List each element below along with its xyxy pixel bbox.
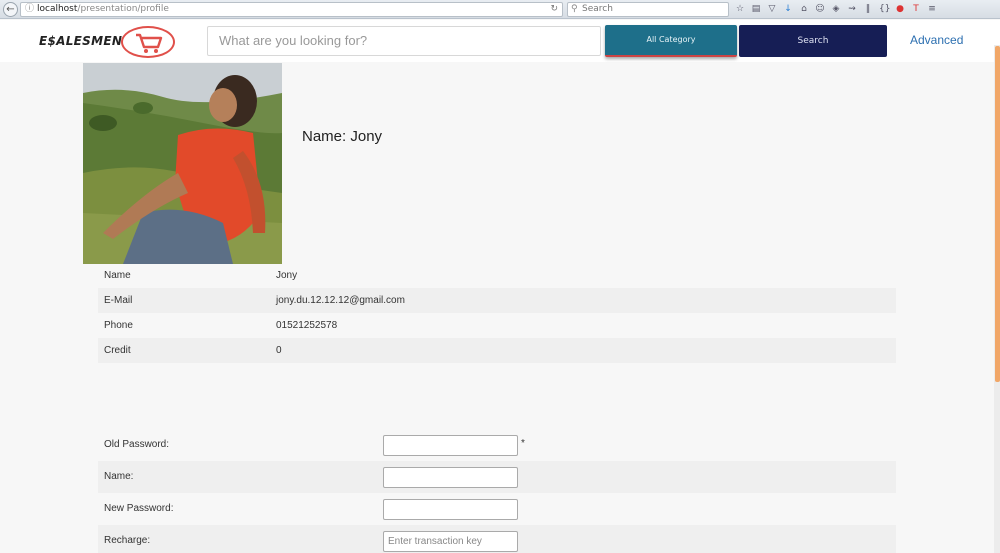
emoji-icon[interactable]: ☺ xyxy=(815,4,825,15)
row-label: E-Mail xyxy=(104,295,133,306)
profile-info-table: Name Jony E-Mail jony.du.12.12.12@gmail.… xyxy=(98,263,896,363)
required-marker: * xyxy=(521,438,525,449)
advanced-search-link[interactable]: Advanced xyxy=(910,33,963,47)
browser-search-placeholder: Search xyxy=(582,4,613,14)
download-icon[interactable]: ↓ xyxy=(783,4,793,15)
pause-icon[interactable]: ‖ xyxy=(863,4,873,15)
row-value: 01521252578 xyxy=(276,320,338,331)
menu-icon[interactable]: ≡ xyxy=(927,4,937,15)
scrollbar-thumb[interactable] xyxy=(995,46,1000,382)
braces-icon[interactable]: {} xyxy=(879,4,890,15)
recharge-label: Recharge: xyxy=(104,535,151,546)
profile-edit-form: Old Password: * Name: New Password: Rech… xyxy=(98,429,896,553)
name-label: Name: xyxy=(104,471,134,482)
form-row-old-password: Old Password: * xyxy=(98,429,896,461)
address-bar[interactable]: ⓘ localhost/presentation/profile ↻ xyxy=(20,2,563,17)
table-row: Credit 0 xyxy=(98,338,896,363)
new-password-input[interactable] xyxy=(383,499,518,520)
form-row-name: Name: xyxy=(98,461,896,493)
adblock-icon[interactable]: ● xyxy=(895,4,905,15)
row-value: 0 xyxy=(276,345,282,356)
row-label: Phone xyxy=(104,320,133,331)
all-category-dropdown[interactable]: All Category xyxy=(605,25,737,57)
pocket-icon[interactable]: ▽ xyxy=(767,4,777,15)
row-value: Jony xyxy=(276,270,298,281)
row-label: Name xyxy=(104,270,131,281)
site-logo[interactable]: E$ALESMEN xyxy=(39,34,122,48)
site-header: E$ALESMEN What are you looking for? All … xyxy=(0,20,1000,62)
bookmark-star-icon[interactable]: ☆ xyxy=(735,4,745,15)
extension-icon[interactable]: T xyxy=(911,4,921,15)
toolbar-icons: ☆ ▤ ▽ ↓ ⌂ ☺ ◈ ⇝ ‖ {} ● T ≡ xyxy=(735,2,937,17)
old-password-input[interactable] xyxy=(383,435,518,456)
table-row: Name Jony xyxy=(98,263,896,288)
old-password-label: Old Password: xyxy=(104,439,170,450)
cart-logo-icon[interactable] xyxy=(121,26,175,58)
form-row-new-password: New Password: xyxy=(98,493,896,525)
name-input[interactable] xyxy=(383,467,518,488)
row-value: jony.du.12.12.12@gmail.com xyxy=(276,295,405,306)
table-row: E-Mail jony.du.12.12.12@gmail.com xyxy=(98,288,896,313)
reading-list-icon[interactable]: ▤ xyxy=(751,4,761,15)
back-arrow-icon[interactable]: ← xyxy=(3,2,18,17)
info-icon: ⓘ xyxy=(25,4,35,14)
row-label: Credit xyxy=(104,345,131,356)
search-icon: ⚲ xyxy=(571,4,578,14)
table-row: Phone 01521252578 xyxy=(98,313,896,338)
profile-name-heading: Name: Jony xyxy=(302,128,383,145)
pin-icon[interactable]: ⇝ xyxy=(847,4,857,15)
browser-search-bar[interactable]: ⚲ Search xyxy=(567,2,729,17)
home-icon[interactable]: ⌂ xyxy=(799,4,809,15)
new-password-label: New Password: xyxy=(104,503,174,514)
form-row-recharge: Recharge: xyxy=(98,525,896,553)
browser-toolbar: ← ⓘ localhost/presentation/profile ↻ ⚲ S… xyxy=(0,0,1000,19)
recharge-input[interactable] xyxy=(383,531,518,552)
url-path: /presentation/profile xyxy=(77,4,169,14)
shield-icon[interactable]: ◈ xyxy=(831,4,841,15)
search-button[interactable]: Search xyxy=(739,25,887,57)
reload-icon[interactable]: ↻ xyxy=(550,3,558,16)
url-host: localhost xyxy=(37,4,78,14)
product-search-input[interactable]: What are you looking for? xyxy=(207,26,601,56)
profile-photo xyxy=(83,63,282,264)
